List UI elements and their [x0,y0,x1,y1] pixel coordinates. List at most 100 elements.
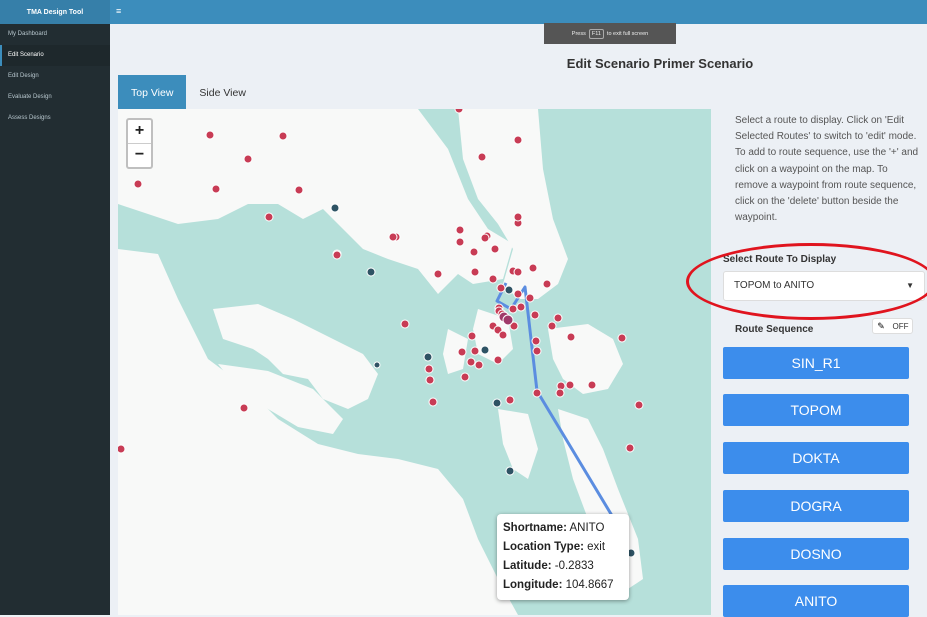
waypoint-marker[interactable] [455,225,465,235]
exit-marker[interactable] [373,361,381,369]
hamburger-icon[interactable]: ≡ [116,6,121,16]
waypoint-marker[interactable] [469,247,479,257]
waypoint-button-anito[interactable]: ANITO [723,585,909,617]
waypoint-marker[interactable] [480,233,490,243]
popup-shortname-label: Shortname: [503,522,567,534]
popup-lon-label: Longitude: [503,579,563,591]
waypoint-marker[interactable] [513,289,523,299]
popup-type-label: Location Type: [503,541,584,553]
waypoint-popup: Shortname: ANITO Location Type: exit Lat… [497,514,629,600]
popup-type-value: exit [587,541,606,553]
tab-side-view[interactable]: Side View [186,75,259,109]
waypoint-marker[interactable] [498,330,508,340]
waypoint-marker[interactable] [264,212,274,222]
waypoint-marker[interactable] [566,332,576,342]
waypoint-marker[interactable] [118,444,126,454]
waypoint-button-topom[interactable]: TOPOM [723,394,909,426]
edit-toggle-state: OFF [892,321,909,331]
waypoint-button-dokta[interactable]: DOKTA [723,442,909,474]
waypoint-marker[interactable] [466,357,476,367]
sidebar-item-evaluate-design[interactable]: Evaluate Design [0,87,110,108]
popup-lat-value: -0.2833 [554,560,594,572]
exit-marker[interactable] [504,285,514,295]
waypoint-button-dosno[interactable]: DOSNO [723,538,909,570]
waypoint-marker[interactable] [433,269,443,279]
app-brand: TMA Design Tool [0,0,110,24]
exit-marker[interactable] [366,267,376,277]
waypoint-button-sin-r1[interactable]: SIN_R1 [723,347,909,379]
waypoint-marker[interactable] [332,250,342,260]
waypoint-marker[interactable] [531,336,541,346]
waypoint-marker[interactable] [400,319,410,329]
waypoint-marker[interactable] [587,380,597,390]
sidebar-item-dashboard[interactable]: My Dashboard [0,24,110,45]
waypoint-marker[interactable] [553,313,563,323]
waypoint-marker[interactable] [388,232,398,242]
exit-marker[interactable] [505,466,515,476]
waypoint-marker[interactable] [502,314,514,326]
waypoint-marker[interactable] [460,372,470,382]
edit-mode-toggle[interactable]: ✎ OFF [872,318,913,334]
waypoint-marker[interactable] [555,388,565,398]
waypoint-marker[interactable] [513,267,523,277]
waypoint-marker[interactable] [239,403,249,413]
waypoint-marker[interactable] [513,212,523,222]
waypoint-marker[interactable] [457,347,467,357]
waypoint-marker[interactable] [513,135,523,145]
waypoint-marker[interactable] [508,304,518,314]
waypoint-marker[interactable] [474,360,484,370]
sidebar-item-assess-designs[interactable]: Assess Designs [0,108,110,129]
waypoint-marker[interactable] [532,388,542,398]
waypoint-marker[interactable] [477,152,487,162]
waypoint-marker[interactable] [496,283,506,293]
waypoint-marker[interactable] [542,279,552,289]
waypoint-marker[interactable] [454,109,464,114]
waypoint-button-dogra[interactable]: DOGRA [723,490,909,522]
waypoint-marker[interactable] [488,274,498,284]
banner-prefix: Press [571,30,586,37]
waypoint-marker[interactable] [525,293,535,303]
banner-key: F11 [588,28,604,39]
waypoint-marker[interactable] [294,185,304,195]
waypoint-marker[interactable] [528,263,538,273]
waypoint-marker[interactable] [530,310,540,320]
waypoint-marker[interactable] [455,237,465,247]
waypoint-marker[interactable] [565,380,575,390]
waypoint-marker[interactable] [428,397,438,407]
exit-marker[interactable] [423,352,433,362]
waypoint-marker[interactable] [278,131,288,141]
waypoint-marker[interactable] [625,443,635,453]
waypoint-marker[interactable] [470,346,480,356]
zoom-out-button[interactable]: − [128,144,151,168]
zoom-in-button[interactable]: + [128,120,151,144]
waypoint-marker[interactable] [505,395,515,405]
exit-marker[interactable] [492,398,502,408]
tab-top-view[interactable]: Top View [118,75,187,109]
popup-shortname-value: ANITO [569,522,605,534]
banner-suffix: to exit full screen [606,30,649,37]
waypoint-marker[interactable] [532,346,542,356]
waypoint-marker[interactable] [205,130,215,140]
route-sequence-label: Route Sequence [735,324,814,335]
waypoint-marker[interactable] [424,364,434,374]
waypoint-marker[interactable] [634,400,644,410]
waypoint-marker[interactable] [243,154,253,164]
waypoint-marker[interactable] [211,184,221,194]
waypoint-marker[interactable] [425,375,435,385]
waypoint-marker[interactable] [516,302,526,312]
popup-lat-label: Latitude: [503,560,552,572]
waypoint-marker[interactable] [133,179,143,189]
fullscreen-banner: Press F11 to exit full screen [544,23,676,44]
waypoint-marker[interactable] [490,244,500,254]
sidebar-item-edit-design[interactable]: Edit Design [0,66,110,87]
zoom-control: + − [126,118,153,169]
exit-marker[interactable] [330,203,340,213]
waypoint-marker[interactable] [470,267,480,277]
exit-marker[interactable] [480,345,490,355]
waypoint-marker[interactable] [467,331,477,341]
waypoint-marker[interactable] [547,321,557,331]
waypoint-marker[interactable] [617,333,627,343]
pencil-icon: ✎ [877,320,885,331]
sidebar-item-edit-scenario[interactable]: Edit Scenario [0,45,110,66]
waypoint-marker[interactable] [493,355,503,365]
